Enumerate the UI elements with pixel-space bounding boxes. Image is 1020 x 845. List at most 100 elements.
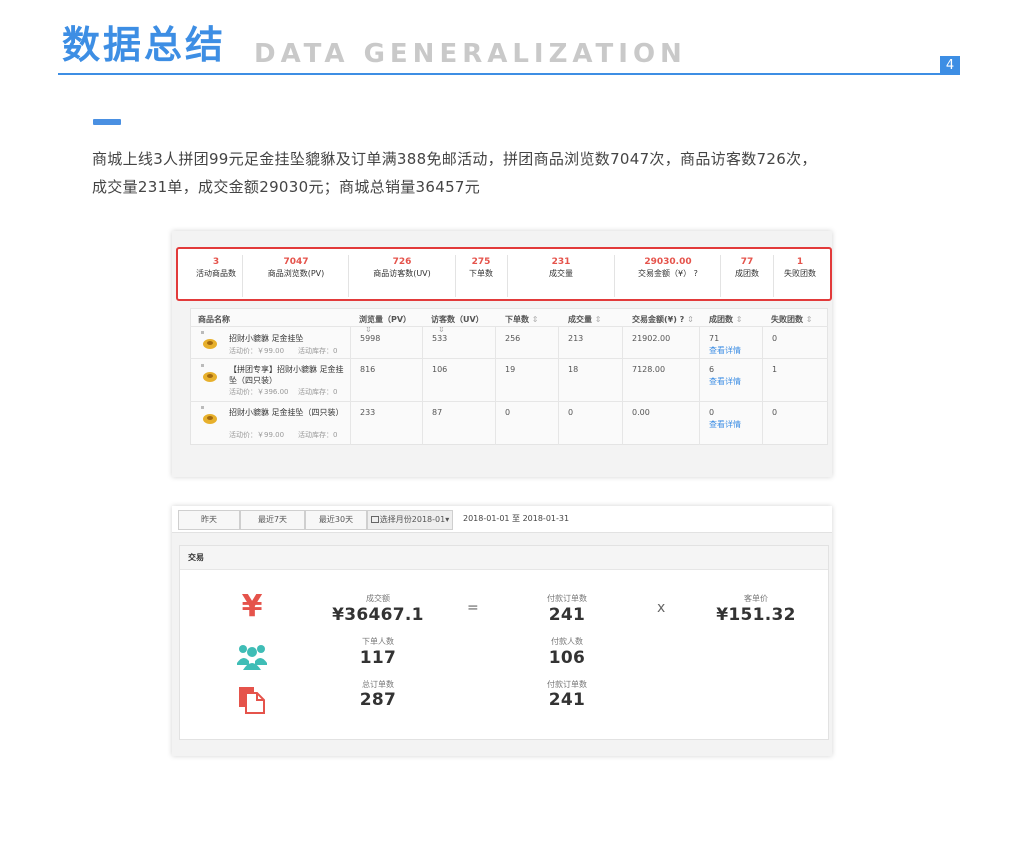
cell-failed: 1 (772, 365, 778, 374)
table-divider (350, 327, 351, 445)
col-header-groups[interactable]: 成团数 ⇕ (709, 314, 743, 325)
product-stock: 活动库存：0 (298, 431, 338, 439)
buyers-label: 下单人数 (362, 637, 394, 646)
col-header-product: 商品名称 (198, 315, 230, 324)
stat-divider (242, 255, 243, 297)
trade-card-title: 交易 (188, 553, 204, 562)
table-divider (699, 327, 700, 445)
view-details-link[interactable]: 查看详情 (709, 419, 741, 430)
tab-last-30-days[interactable]: 最近30天 (305, 510, 367, 530)
avg-price-label: 客单价 (744, 594, 768, 603)
page-title: 数据总结 (62, 23, 227, 67)
cell-pv: 233 (360, 408, 376, 417)
paid-orders-value: 241 (548, 605, 586, 625)
description-line-2: 成交量231单，成交金额29030元；商城总销量36457元 (92, 178, 481, 196)
product-thumbnail[interactable] (201, 331, 219, 350)
col-header-pv[interactable]: 浏览量（PV） (359, 314, 411, 325)
sort-icon[interactable]: ⇕ (595, 315, 602, 324)
stat-pv: 7047 商品浏览数(PV) (267, 257, 325, 278)
product-thumbnail[interactable] (201, 406, 219, 425)
stat-divider (348, 255, 349, 297)
summary-description: 商城上线3人拼团99元足金挂坠貔貅及订单满388免邮活动，拼团商品浏览数7047… (92, 145, 952, 201)
product-price: 活动价：￥99.00 (229, 347, 285, 355)
page-subtitle: DATA GENERALIZATION (254, 39, 687, 69)
cell-deals: 213 (568, 334, 584, 343)
equals-sign: = (467, 600, 479, 616)
section-marker (93, 119, 121, 125)
total-orders-value: 287 (359, 690, 397, 710)
col-header-uv[interactable]: 访客数（UV） (431, 314, 484, 325)
cell-deals: 18 (568, 365, 579, 374)
table-divider (495, 327, 496, 445)
header-divider (58, 73, 960, 75)
trade-card-header (180, 546, 828, 570)
table-divider (622, 327, 623, 445)
avg-price-value: ¥151.32 (716, 605, 796, 625)
cell-failed: 0 (772, 334, 778, 343)
table-divider (558, 327, 559, 445)
buyers-value: 117 (359, 648, 397, 668)
document-icon (239, 687, 265, 714)
total-orders-label: 总订单数 (362, 680, 394, 689)
cell-uv: 106 (432, 365, 448, 374)
tab-last-7-days[interactable]: 最近7天 (240, 510, 305, 530)
view-details-link[interactable]: 查看详情 (709, 376, 741, 387)
paid-orders-2-value: 241 (548, 690, 586, 710)
tab-yesterday[interactable]: 昨天 (178, 510, 240, 530)
product-price: 活动价：￥99.00 (229, 431, 285, 439)
col-header-failed[interactable]: 失败团数 ⇕ (771, 314, 813, 325)
cell-groups: 0 (709, 408, 715, 417)
col-header-orders[interactable]: 下单数 ⇕ (505, 314, 539, 325)
stat-active-products: 3 活动商品数 (196, 257, 236, 278)
stat-divider (507, 255, 508, 297)
gmv-value: ¥36467.1 (332, 605, 424, 625)
gmv-label: 成交额 (366, 594, 390, 603)
product-thumbnail[interactable] (201, 364, 219, 383)
stat-orders: 275 下单数 (469, 257, 493, 278)
stat-amount: 29030.00 交易金额（¥） ? (638, 257, 698, 278)
cell-orders: 256 (505, 334, 521, 343)
table-divider (422, 327, 423, 445)
stat-deals: 231 成交量 (549, 257, 573, 278)
cell-amount: 21902.00 (632, 334, 671, 343)
cell-deals: 0 (568, 408, 574, 417)
description-line-1: 商城上线3人拼团99元足金挂坠貔貅及订单满388免邮活动，拼团商品浏览数7047… (92, 150, 817, 168)
product-stock: 活动库存：0 (298, 347, 338, 355)
sort-icon[interactable]: ⇕ (806, 315, 813, 324)
stat-divider (455, 255, 456, 297)
product-name[interactable]: 【拼团专享】招财小貔貅 足金挂坠（四只装） (229, 364, 347, 386)
sort-icon[interactable]: ⇕ (736, 315, 743, 324)
payers-label: 付款人数 (551, 637, 583, 646)
date-range-text: 2018-01-01 至 2018-01-31 (463, 514, 570, 523)
cell-orders: 19 (505, 365, 516, 374)
cell-uv: 87 (432, 408, 443, 417)
product-name[interactable]: 招财小貔貅 足金挂坠（四只装） (229, 407, 347, 418)
product-price: 活动价：￥396.00 (229, 388, 289, 396)
table-divider (190, 401, 828, 402)
page-number-badge: 4 (940, 56, 960, 75)
paid-orders-2-label: 付款订单数 (547, 680, 587, 689)
stat-groups: 77 成团数 (735, 257, 759, 278)
sort-icon[interactable]: ⇕ (687, 315, 694, 324)
cell-groups: 71 (709, 334, 720, 343)
cell-pv: 816 (360, 365, 376, 374)
yen-icon: ¥ (241, 589, 263, 624)
stat-divider (720, 255, 721, 297)
sort-icon[interactable]: ⇕ (532, 315, 539, 324)
view-details-link[interactable]: 查看详情 (709, 345, 741, 356)
product-name[interactable]: 招财小貔貅 足金挂坠 (229, 333, 347, 344)
stat-divider (773, 255, 774, 297)
col-header-amount[interactable]: 交易金额(¥) ? ⇕ (632, 314, 694, 325)
users-icon (237, 645, 267, 670)
table-divider (190, 358, 828, 359)
cell-pv: 5998 (360, 334, 381, 343)
table-divider (762, 327, 763, 445)
cell-uv: 533 (432, 334, 448, 343)
col-header-deals[interactable]: 成交量 ⇕ (568, 314, 602, 325)
paid-orders-label: 付款订单数 (547, 594, 587, 603)
times-sign: x (657, 600, 666, 616)
calendar-icon (370, 516, 379, 523)
table-divider (190, 326, 828, 327)
trade-card (179, 545, 829, 740)
month-picker[interactable]: 选择月份2018-01▾ (367, 510, 453, 530)
